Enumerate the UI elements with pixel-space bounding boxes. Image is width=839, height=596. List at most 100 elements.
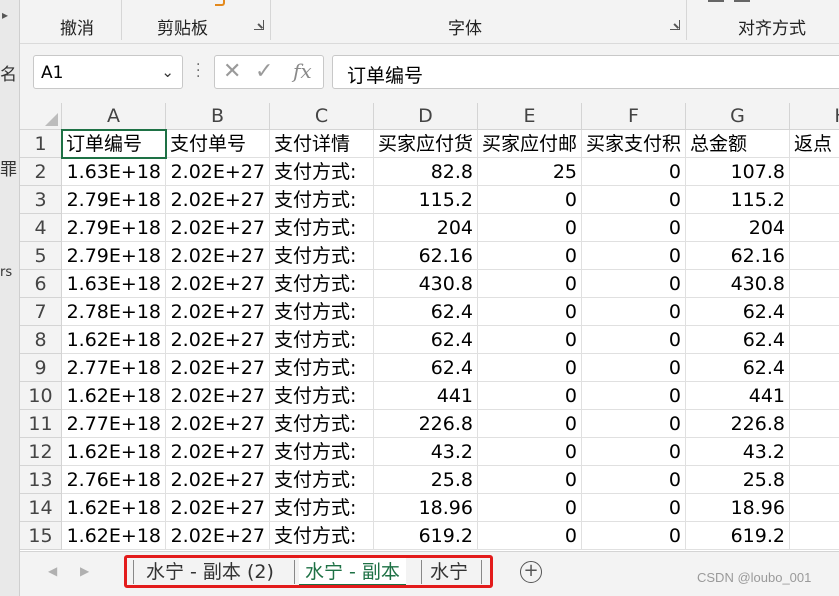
cell[interactable]: 0 xyxy=(582,158,686,186)
cell[interactable]: 441 xyxy=(374,382,478,410)
cell[interactable]: 2.77E+18 xyxy=(62,410,166,438)
cell[interactable]: 支付方式: xyxy=(270,382,374,410)
row-header[interactable]: 10 xyxy=(20,382,62,410)
cell[interactable] xyxy=(790,354,839,382)
cell[interactable]: 1.63E+18 xyxy=(62,158,166,186)
cell[interactable] xyxy=(790,522,839,550)
cell[interactable]: 支付方式: xyxy=(270,522,374,550)
cell[interactable]: 买家应付货 xyxy=(374,130,478,158)
row-header[interactable]: 2 xyxy=(20,158,62,186)
ribbon-group-undo[interactable]: 撤消 xyxy=(60,14,94,39)
select-all-button[interactable] xyxy=(20,103,62,130)
cell[interactable]: 2.02E+27 xyxy=(166,494,270,522)
cell[interactable]: 0 xyxy=(582,410,686,438)
cell[interactable]: 0 xyxy=(582,270,686,298)
cell[interactable] xyxy=(790,186,839,214)
cell[interactable]: 430.8 xyxy=(686,270,790,298)
cell[interactable]: 18.96 xyxy=(374,494,478,522)
chevron-down-icon[interactable]: ⌄ xyxy=(161,63,174,81)
ribbon-group-font[interactable]: 字体 xyxy=(448,14,482,39)
cell[interactable]: 115.2 xyxy=(686,186,790,214)
column-header[interactable]: F xyxy=(582,103,686,130)
cell[interactable]: 0 xyxy=(478,214,582,242)
cell[interactable]: 支付方式: xyxy=(270,438,374,466)
cell[interactable]: 0 xyxy=(582,298,686,326)
add-sheet-icon[interactable]: + xyxy=(520,561,542,583)
enter-icon[interactable]: ✓ xyxy=(255,59,273,84)
cell[interactable]: 0 xyxy=(582,494,686,522)
cell[interactable] xyxy=(790,326,839,354)
cell[interactable]: 1.62E+18 xyxy=(62,494,166,522)
row-header[interactable]: 4 xyxy=(20,214,62,242)
prev-sheet-icon[interactable]: ◀ xyxy=(48,564,57,578)
cell[interactable] xyxy=(790,410,839,438)
cell[interactable]: 62.4 xyxy=(686,298,790,326)
cell[interactable]: 支付方式: xyxy=(270,158,374,186)
cell[interactable] xyxy=(790,270,839,298)
cell[interactable]: 2.02E+27 xyxy=(166,298,270,326)
format-painter-icon[interactable] xyxy=(215,0,225,6)
row-header[interactable]: 9 xyxy=(20,354,62,382)
cell[interactable]: 0 xyxy=(582,354,686,382)
column-header[interactable]: D xyxy=(374,103,478,130)
cell[interactable]: 2.02E+27 xyxy=(166,158,270,186)
cell[interactable]: 0 xyxy=(582,466,686,494)
cell[interactable]: 0 xyxy=(478,270,582,298)
font-launcher-icon[interactable] xyxy=(670,20,680,30)
cell[interactable]: 619.2 xyxy=(686,522,790,550)
cell[interactable]: 2.79E+18 xyxy=(62,186,166,214)
cell[interactable]: 2.78E+18 xyxy=(62,298,166,326)
cell[interactable]: 18.96 xyxy=(686,494,790,522)
cell[interactable]: 支付方式: xyxy=(270,326,374,354)
cell[interactable] xyxy=(790,382,839,410)
cell[interactable]: 2.02E+27 xyxy=(166,214,270,242)
cell[interactable]: 1.62E+18 xyxy=(62,326,166,354)
cell[interactable]: 支付单号 xyxy=(166,130,270,158)
cell[interactable]: 204 xyxy=(686,214,790,242)
cell[interactable]: 204 xyxy=(374,214,478,242)
sheet-tab[interactable]: 水宁 - 副本 (2) xyxy=(140,558,280,586)
column-header[interactable]: B xyxy=(166,103,270,130)
row-header[interactable]: 1 xyxy=(20,130,62,158)
cell[interactable]: 62.4 xyxy=(374,354,478,382)
cell[interactable]: 0 xyxy=(582,438,686,466)
cell[interactable]: 0 xyxy=(478,466,582,494)
cell[interactable] xyxy=(790,466,839,494)
cell[interactable]: 0 xyxy=(478,186,582,214)
cell[interactable]: 0 xyxy=(582,214,686,242)
row-header[interactable]: 13 xyxy=(20,466,62,494)
formula-input[interactable]: 订单编号 xyxy=(332,55,839,89)
cell[interactable]: 0 xyxy=(478,298,582,326)
cell[interactable]: 1.62E+18 xyxy=(62,438,166,466)
cell[interactable]: 0 xyxy=(478,326,582,354)
cell[interactable]: 2.02E+27 xyxy=(166,410,270,438)
cell[interactable]: 0 xyxy=(478,242,582,270)
insert-function-icon[interactable]: fx xyxy=(293,59,312,83)
cell[interactable]: 支付方式: xyxy=(270,354,374,382)
cell[interactable]: 226.8 xyxy=(686,410,790,438)
drag-handle-icon[interactable]: · · · xyxy=(196,58,200,84)
cell[interactable]: 62.4 xyxy=(686,354,790,382)
cell[interactable]: 支付方式: xyxy=(270,186,374,214)
cell[interactable]: 430.8 xyxy=(374,270,478,298)
cell[interactable]: 2.02E+27 xyxy=(166,466,270,494)
clipboard-launcher-icon[interactable] xyxy=(254,20,264,30)
row-header[interactable]: 7 xyxy=(20,298,62,326)
cell[interactable] xyxy=(790,438,839,466)
cell[interactable]: 买家支付积 xyxy=(582,130,686,158)
cell[interactable]: 总金额 xyxy=(686,130,790,158)
cell[interactable]: 2.02E+27 xyxy=(166,326,270,354)
cell[interactable]: 0 xyxy=(582,186,686,214)
cell[interactable]: 0 xyxy=(478,354,582,382)
cell[interactable]: 115.2 xyxy=(374,186,478,214)
cell[interactable]: 62.16 xyxy=(686,242,790,270)
cell[interactable]: 2.02E+27 xyxy=(166,270,270,298)
cell[interactable]: 619.2 xyxy=(374,522,478,550)
ribbon-group-clipboard[interactable]: 剪贴板 xyxy=(157,14,208,39)
cell[interactable]: 支付方式: xyxy=(270,494,374,522)
row-header[interactable]: 8 xyxy=(20,326,62,354)
cell[interactable]: 62.4 xyxy=(374,298,478,326)
cell[interactable]: 0 xyxy=(478,494,582,522)
cell[interactable]: 0 xyxy=(582,326,686,354)
cell[interactable]: 2.77E+18 xyxy=(62,354,166,382)
